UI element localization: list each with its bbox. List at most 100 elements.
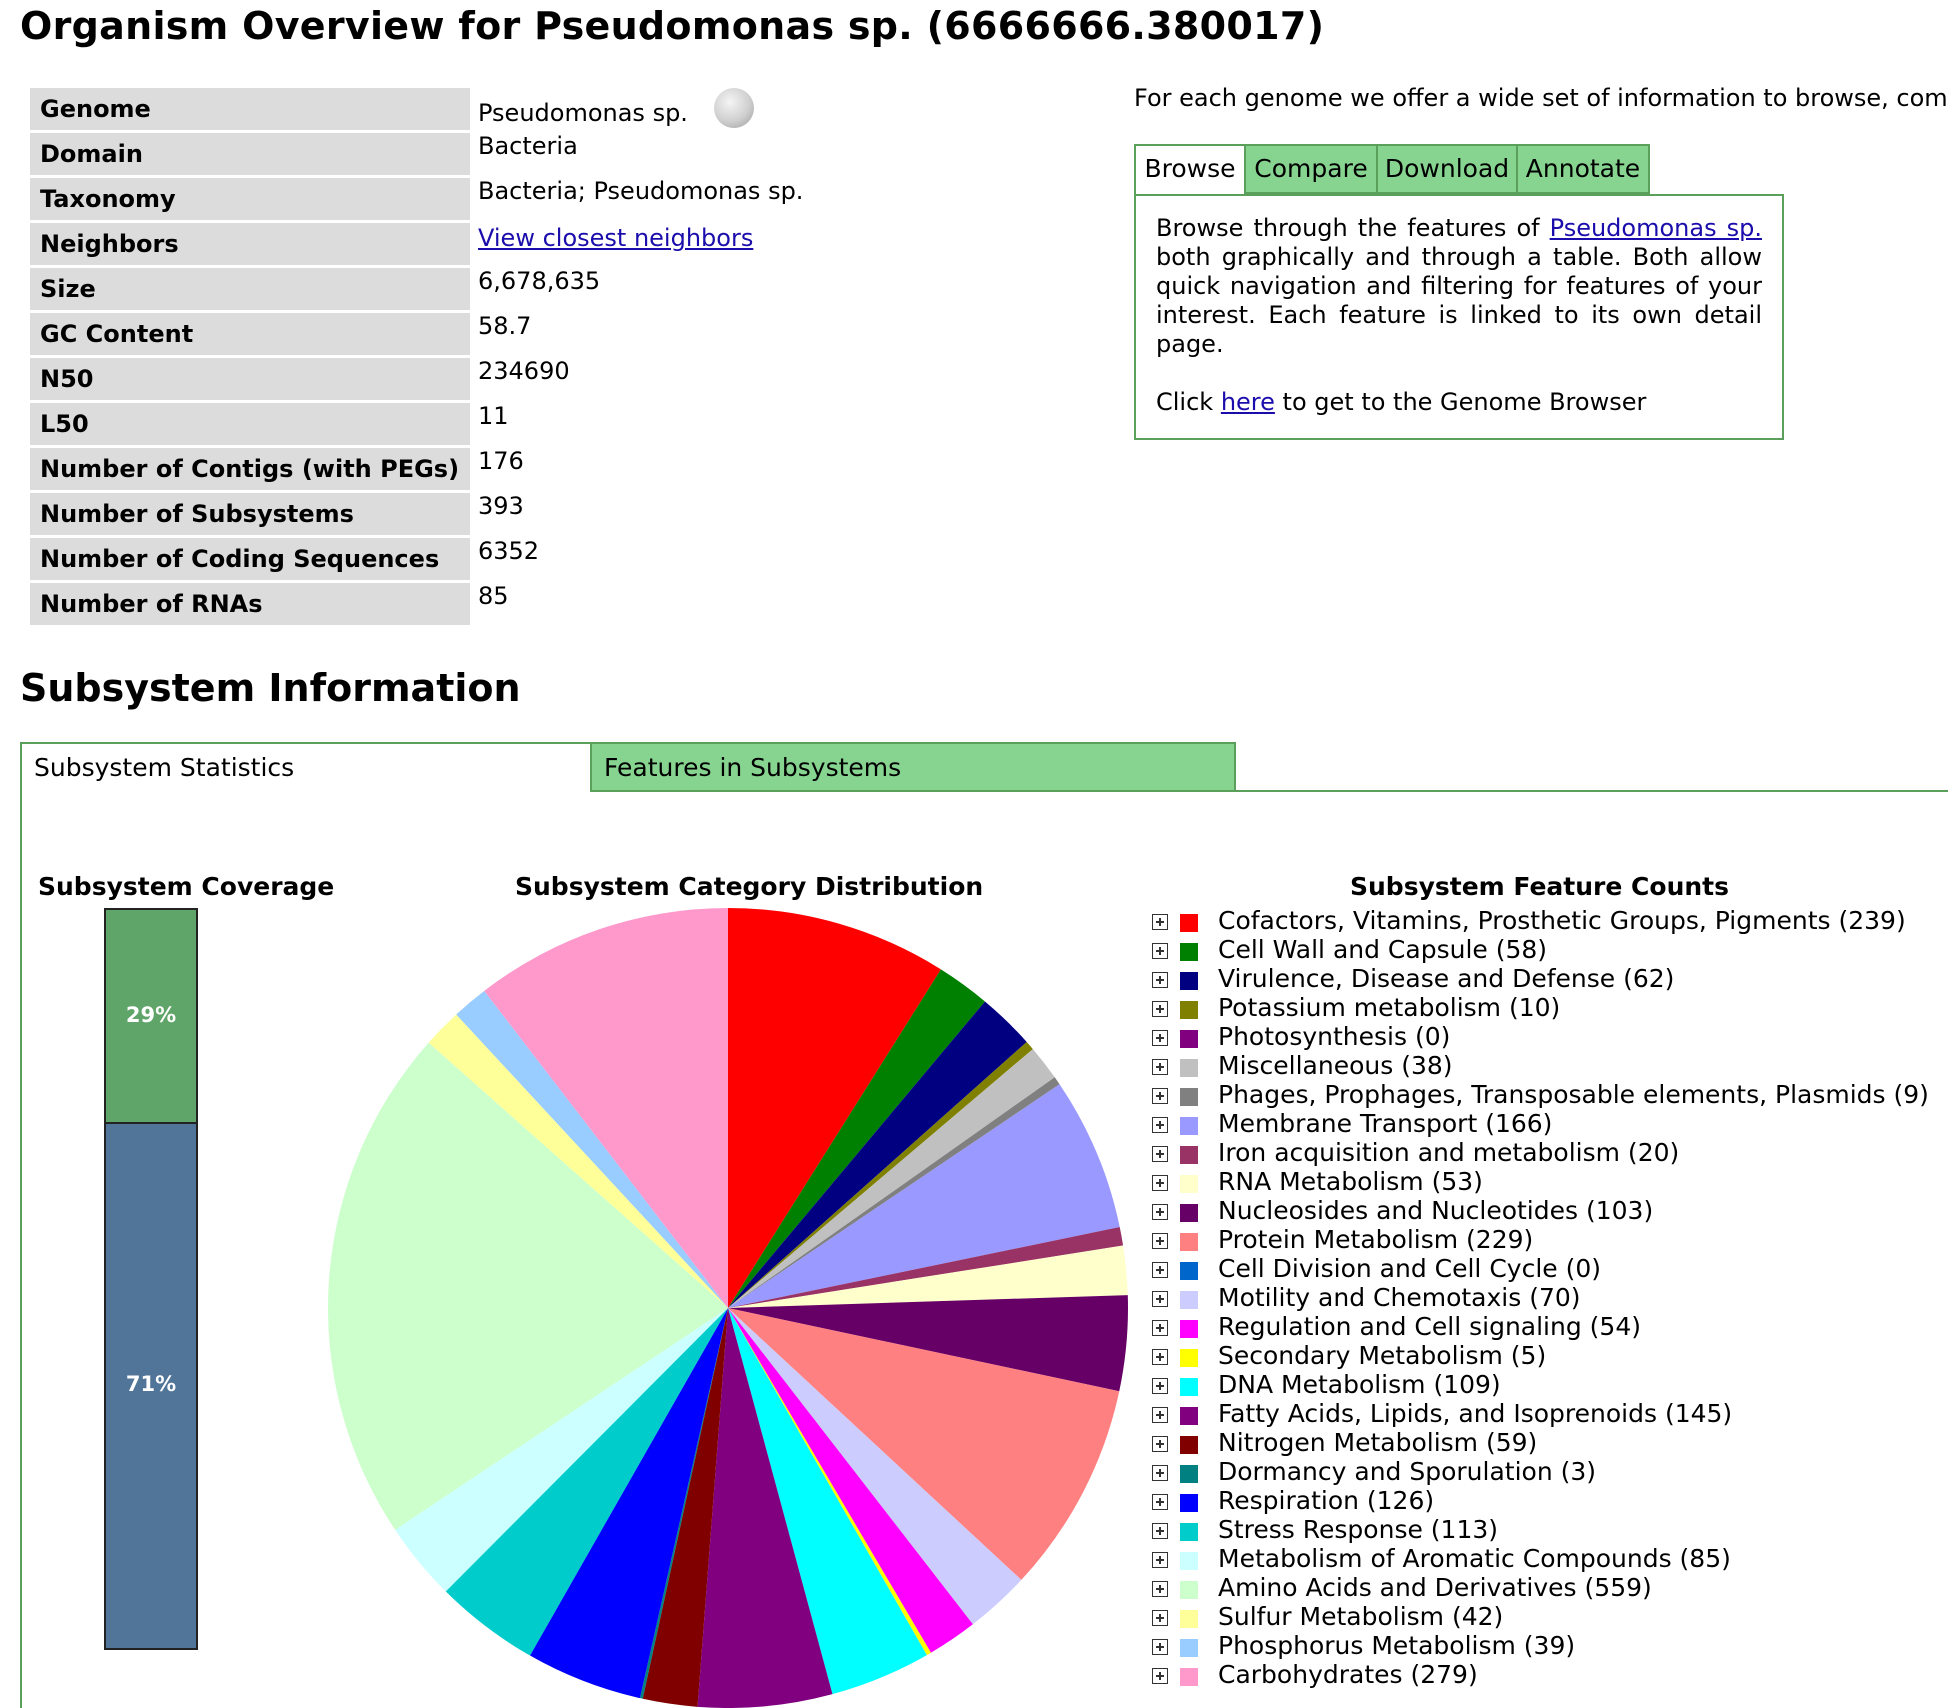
expand-plus-icon[interactable] xyxy=(1152,1320,1168,1336)
expand-plus-icon[interactable] xyxy=(1152,1262,1168,1278)
overview-label: N50 xyxy=(30,358,470,400)
coverage-label-uncovered: 71% xyxy=(125,1372,177,1396)
expand-plus-icon[interactable] xyxy=(1152,1668,1168,1684)
legend-label: Iron acquisition and metabolism (20) xyxy=(1218,1138,1680,1167)
legend-label: Cell Division and Cell Cycle (0) xyxy=(1218,1254,1602,1283)
expand-plus-icon[interactable] xyxy=(1152,1639,1168,1655)
overview-value: 234690 xyxy=(478,357,570,385)
legend-swatch xyxy=(1180,914,1198,932)
expand-plus-icon[interactable] xyxy=(1152,943,1168,959)
legend-swatch xyxy=(1180,1030,1198,1048)
overview-value: 85 xyxy=(478,582,509,610)
legend-swatch xyxy=(1180,1552,1198,1570)
legend-swatch xyxy=(1180,1001,1198,1019)
tab-download[interactable]: Download xyxy=(1376,144,1518,194)
tab-subsystem-statistics[interactable]: Subsystem Statistics xyxy=(20,742,592,792)
expand-plus-icon[interactable] xyxy=(1152,1030,1168,1046)
expand-plus-icon[interactable] xyxy=(1152,1146,1168,1162)
coverage-segment-uncovered: 71% xyxy=(106,1124,196,1648)
wikipedia-globe-icon[interactable] xyxy=(714,88,754,128)
expand-plus-icon[interactable] xyxy=(1152,1088,1168,1104)
subsystem-category-pie xyxy=(328,908,1128,1708)
legend-swatch xyxy=(1180,1639,1198,1657)
tab-annotate[interactable]: Annotate xyxy=(1516,144,1650,194)
coverage-bar: 29% 71% xyxy=(104,908,198,1650)
expand-plus-icon[interactable] xyxy=(1152,1349,1168,1365)
legend-swatch xyxy=(1180,1146,1198,1164)
legend-label: Virulence, Disease and Defense (62) xyxy=(1218,964,1675,993)
legend-swatch xyxy=(1180,943,1198,961)
legend-label: Carbohydrates (279) xyxy=(1218,1660,1478,1689)
section-title-subsystem: Subsystem Information xyxy=(20,666,521,710)
legend-swatch xyxy=(1180,1233,1198,1251)
legend-label: Dormancy and Sporulation (3) xyxy=(1218,1457,1597,1486)
overview-value: 58.7 xyxy=(478,312,532,340)
click-prefix: Click xyxy=(1156,388,1221,416)
expand-plus-icon[interactable] xyxy=(1152,1175,1168,1191)
legend-swatch xyxy=(1180,1291,1198,1309)
legend-label: DNA Metabolism (109) xyxy=(1218,1370,1501,1399)
info-intro-text: For each genome we offer a wide set of i… xyxy=(1134,84,1948,112)
overview-label: Number of RNAs xyxy=(30,583,470,625)
expand-plus-icon[interactable] xyxy=(1152,1059,1168,1075)
overview-label: Number of Coding Sequences xyxy=(30,538,470,580)
legend-swatch xyxy=(1180,1436,1198,1454)
click-suffix: to get to the Genome Browser xyxy=(1274,388,1647,416)
legend-swatch xyxy=(1180,1610,1198,1628)
view-closest-neighbors-link[interactable]: View closest neighbors xyxy=(478,221,753,255)
expand-plus-icon[interactable] xyxy=(1152,972,1168,988)
legend-swatch xyxy=(1180,1349,1198,1367)
legend-label: Cell Wall and Capsule (58) xyxy=(1218,935,1548,964)
expand-plus-icon[interactable] xyxy=(1152,1552,1168,1568)
organism-link[interactable]: Pseudomonas sp. xyxy=(1550,214,1762,242)
legend-swatch xyxy=(1180,1523,1198,1541)
expand-plus-icon[interactable] xyxy=(1152,1001,1168,1017)
tab-compare[interactable]: Compare xyxy=(1244,144,1378,194)
overview-label: Taxonomy xyxy=(30,178,470,220)
overview-value: 11 xyxy=(478,402,509,430)
expand-plus-icon[interactable] xyxy=(1152,1407,1168,1423)
tab-features-in-subsystems[interactable]: Features in Subsystems xyxy=(590,742,1236,792)
legend-swatch xyxy=(1180,1088,1198,1106)
legend-swatch xyxy=(1180,1117,1198,1135)
expand-plus-icon[interactable] xyxy=(1152,1233,1168,1249)
expand-plus-icon[interactable] xyxy=(1152,1378,1168,1394)
legend-label: Nitrogen Metabolism (59) xyxy=(1218,1428,1538,1457)
page-title: Organism Overview for Pseudomonas sp. (6… xyxy=(20,4,1325,48)
expand-plus-icon[interactable] xyxy=(1152,1523,1168,1539)
legend-label: Fatty Acids, Lipids, and Isoprenoids (14… xyxy=(1218,1399,1733,1428)
overview-value: 6352 xyxy=(478,537,540,565)
legend-label: Metabolism of Aromatic Compounds (85) xyxy=(1218,1544,1731,1573)
browse-text-end: both graphically and through a table. Bo… xyxy=(1156,243,1762,358)
browse-text-start: Browse through the features of xyxy=(1156,214,1550,242)
overview-label: Size xyxy=(30,268,470,310)
legend-label: Secondary Metabolism (5) xyxy=(1218,1341,1547,1370)
tab-browse[interactable]: Browse xyxy=(1134,144,1246,196)
expand-plus-icon[interactable] xyxy=(1152,1117,1168,1133)
expand-plus-icon[interactable] xyxy=(1152,914,1168,930)
overview-value: 393 xyxy=(478,492,524,520)
expand-plus-icon[interactable] xyxy=(1152,1610,1168,1626)
legend-label: Potassium metabolism (10) xyxy=(1218,993,1561,1022)
overview-value: 176 xyxy=(478,447,524,475)
legend-label: Sulfur Metabolism (42) xyxy=(1218,1602,1504,1631)
legend-swatch xyxy=(1180,972,1198,990)
expand-plus-icon[interactable] xyxy=(1152,1581,1168,1597)
legend-label: Photosynthesis (0) xyxy=(1218,1022,1451,1051)
overview-label: Domain xyxy=(30,133,470,175)
legend-swatch xyxy=(1180,1465,1198,1483)
overview-label: Neighbors xyxy=(30,223,470,265)
legend-label: Membrane Transport (166) xyxy=(1218,1109,1553,1138)
expand-plus-icon[interactable] xyxy=(1152,1494,1168,1510)
overview-label: Number of Subsystems xyxy=(30,493,470,535)
legend-label: RNA Metabolism (53) xyxy=(1218,1167,1483,1196)
genome-browser-link[interactable]: here xyxy=(1221,388,1275,416)
legend-label: Nucleosides and Nucleotides (103) xyxy=(1218,1196,1654,1225)
expand-plus-icon[interactable] xyxy=(1152,1291,1168,1307)
expand-plus-icon[interactable] xyxy=(1152,1436,1168,1452)
legend-label: Respiration (126) xyxy=(1218,1486,1435,1515)
legend-swatch xyxy=(1180,1494,1198,1512)
expand-plus-icon[interactable] xyxy=(1152,1204,1168,1220)
overview-label: Genome xyxy=(30,88,470,130)
expand-plus-icon[interactable] xyxy=(1152,1465,1168,1481)
